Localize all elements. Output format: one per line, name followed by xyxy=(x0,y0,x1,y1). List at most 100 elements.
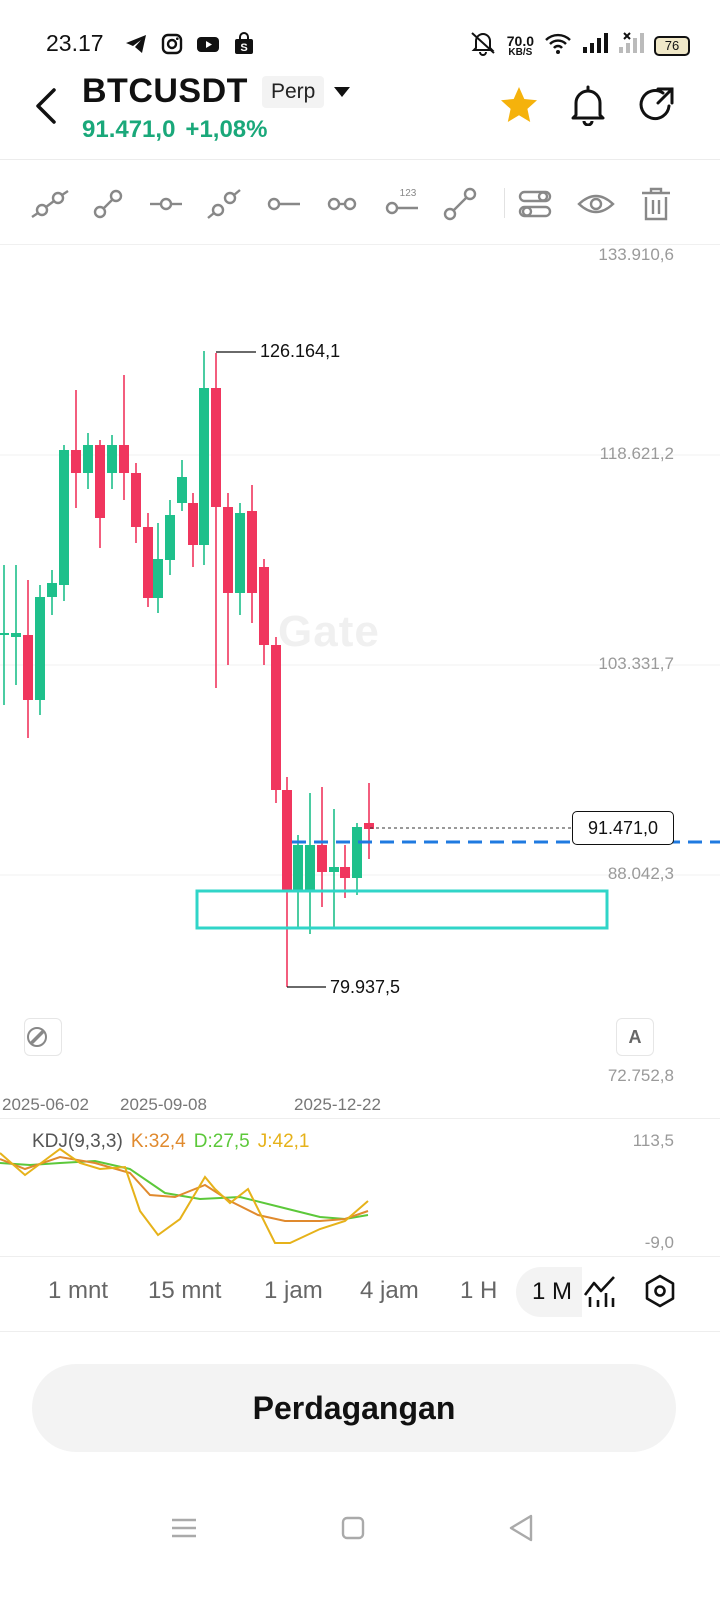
shopping-bag-icon: S xyxy=(232,32,256,56)
drawing-mode-button[interactable] xyxy=(24,1018,62,1056)
pair-symbol[interactable]: BTCUSDT xyxy=(82,72,248,111)
candle-body xyxy=(340,867,350,878)
bell-icon[interactable] xyxy=(567,84,609,127)
candle-body xyxy=(71,450,81,473)
interval-1m[interactable]: 1 mnt xyxy=(48,1277,108,1305)
kdj-indicator-panel[interactable]: KDJ(9,3,3) K:32,4 D:27,5 J:42,1 113,5 -9,0 xyxy=(0,1118,720,1254)
trash-icon[interactable] xyxy=(636,184,676,224)
candle-body xyxy=(35,597,45,700)
eye-icon[interactable] xyxy=(576,184,616,224)
price-label-tool-icon[interactable]: 123 xyxy=(382,184,422,224)
chart-settings-icon[interactable] xyxy=(642,1273,678,1309)
date-axis-label: 2025-09-08 xyxy=(120,1095,207,1114)
candle-body xyxy=(271,645,281,790)
high-price-label: 126.164,1 xyxy=(260,341,341,361)
candle-body xyxy=(165,515,175,560)
contract-type-badge[interactable]: Perp xyxy=(262,76,325,108)
svg-text:S: S xyxy=(240,42,247,54)
price-axis-label: 133.910,6 xyxy=(598,245,674,264)
indicators-icon[interactable] xyxy=(582,1273,618,1309)
candle-body xyxy=(293,845,303,890)
candle-body xyxy=(199,388,209,545)
extended-line-tool-icon[interactable] xyxy=(204,184,244,224)
candle-body xyxy=(305,845,315,890)
candle-body xyxy=(282,790,292,890)
back-nav-icon[interactable] xyxy=(503,1510,539,1546)
price-axis-label: 103.331,7 xyxy=(598,654,674,673)
interval-1mo-active[interactable]: 1 M xyxy=(516,1267,582,1317)
menu-icon[interactable] xyxy=(166,1510,202,1546)
interval-4h[interactable]: 4 jam xyxy=(360,1277,419,1305)
kdj-line xyxy=(0,1159,369,1221)
instagram-icon xyxy=(160,32,184,56)
kdj-axis-bottom: -9,0 xyxy=(644,1233,674,1252)
toolbar-divider xyxy=(504,188,505,218)
candle-body xyxy=(329,867,339,872)
share-icon[interactable] xyxy=(636,84,678,126)
drawing-settings-icon[interactable] xyxy=(516,184,556,224)
trend-line-tool-icon[interactable] xyxy=(88,184,128,224)
candle-body xyxy=(153,559,163,598)
candle-body xyxy=(317,845,327,872)
price-axis-label: 72.752,8 xyxy=(607,1066,674,1085)
candle-body xyxy=(143,527,153,598)
candle-body xyxy=(259,567,269,645)
date-axis-label: 2025-12-22 xyxy=(294,1095,381,1114)
svg-text:123: 123 xyxy=(400,188,417,199)
home-icon[interactable] xyxy=(335,1510,371,1546)
price-summary: 91.471,0 +1,08% xyxy=(82,116,278,144)
mute-bell-icon xyxy=(469,30,497,61)
low-price-label: 79.937,5 xyxy=(330,977,401,997)
back-button[interactable] xyxy=(30,88,66,124)
candle-body xyxy=(177,477,187,503)
interval-selector: 1 mnt 15 mnt 1 jam 4 jam 1 H 1 M xyxy=(0,1256,720,1332)
signal-icon xyxy=(582,32,608,59)
horizontal-line-tool-icon[interactable] xyxy=(146,184,186,224)
back-arrow-icon xyxy=(36,88,56,124)
candle-body xyxy=(59,450,69,585)
kdj-k-value: K:32,4 xyxy=(130,1131,186,1152)
kdj-legend: KDJ(9,3,3) K:32,4 D:27,5 J:42,1 xyxy=(32,1131,318,1153)
status-indicators: 70.0 KB/S 76 xyxy=(469,30,690,61)
ray-tool-icon[interactable] xyxy=(30,184,70,224)
status-time: 23.17 xyxy=(46,30,104,56)
candle-body xyxy=(11,633,21,637)
battery-indicator: 76 xyxy=(654,35,690,56)
current-price-tag: 91.471,0 xyxy=(572,811,674,845)
candle-body xyxy=(119,445,129,473)
kdj-axis-top: 113,5 xyxy=(632,1131,674,1150)
candle-body xyxy=(352,827,362,878)
candle-body xyxy=(235,513,245,593)
kdj-j-value: J:42,1 xyxy=(257,1131,310,1152)
wifi-icon xyxy=(544,31,572,60)
header: BTCUSDT Perp 91.471,0 +1,08% xyxy=(0,70,720,160)
segment-tool-icon[interactable] xyxy=(440,184,480,224)
horizontal-ray-tool-icon[interactable] xyxy=(264,184,304,224)
network-speed: 70.0 KB/S xyxy=(506,32,534,58)
candle-body xyxy=(0,633,9,635)
interval-1d[interactable]: 1 H xyxy=(460,1277,497,1305)
date-axis-label: 2025-06-02 xyxy=(2,1095,89,1114)
auto-scale-button[interactable]: A xyxy=(616,1018,654,1056)
last-price: 91.471,0 xyxy=(82,116,176,143)
system-nav-bar xyxy=(0,1500,720,1600)
star-icon[interactable] xyxy=(498,84,540,126)
price-axis-label: 118.621,2 xyxy=(599,444,674,463)
interval-1h[interactable]: 1 jam xyxy=(264,1277,323,1305)
candle-body xyxy=(211,388,221,507)
youtube-icon xyxy=(196,32,220,56)
chevron-down-icon[interactable] xyxy=(333,84,351,100)
candle-body xyxy=(23,635,33,700)
candle-body xyxy=(131,473,141,527)
parallel-channel-tool-icon[interactable] xyxy=(322,184,362,224)
trade-button[interactable]: Perdagangan xyxy=(32,1364,676,1452)
signal-2-icon xyxy=(618,32,644,59)
candlestick-chart[interactable]: Gate 133.910,6 118.621,2 103.331,7 88.04… xyxy=(0,245,720,1115)
candle-body xyxy=(47,583,57,597)
telegram-icon xyxy=(124,32,148,56)
price-axis-label: 88.042,3 xyxy=(607,864,674,883)
interval-15m[interactable]: 15 mnt xyxy=(148,1277,221,1305)
candle-body xyxy=(83,445,93,473)
candle-body xyxy=(107,445,117,473)
candle-body xyxy=(95,445,105,518)
